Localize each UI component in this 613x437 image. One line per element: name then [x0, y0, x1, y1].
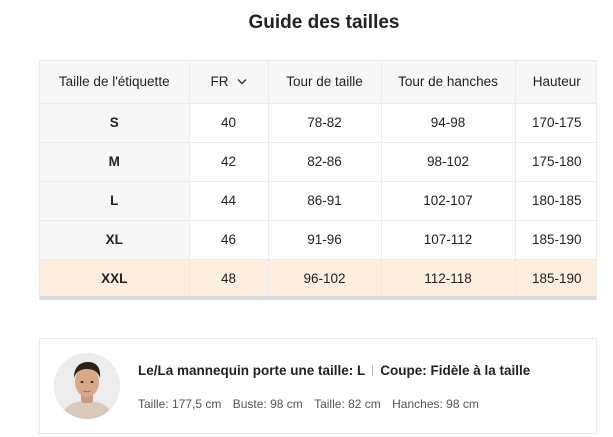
header-height: Hauteur [515, 61, 596, 104]
header-hips: Tour de hanches [381, 61, 516, 104]
size-table-container: Taille de l'étiquette FR Tour de taille … [39, 60, 597, 300]
height-cell: 185-190 [515, 259, 596, 296]
waist-cell: 82-86 [268, 142, 382, 182]
size-label-cell: XXL [40, 259, 190, 296]
fr-dropdown[interactable]: FR [211, 74, 247, 89]
model-info-card: Le/La mannequin porte une taille: L Coupe… [39, 338, 597, 434]
table-row: S 40 78-82 94-98 170-175 [40, 103, 596, 143]
avatar [54, 353, 120, 419]
size-guide-page: Guide des tailles Taille de l'étiquette … [0, 0, 613, 437]
model-wears-label: Le/La mannequin porte une taille: L [138, 363, 366, 378]
height-cell: 170-175 [515, 103, 596, 143]
size-label-cell: M [40, 142, 190, 182]
fr-size-cell: 40 [189, 103, 269, 143]
hips-cell: 112-118 [381, 259, 516, 296]
chevron-down-icon [237, 79, 246, 85]
fr-size-cell: 44 [189, 181, 269, 221]
model-hips: Hanches: 98 cm [392, 397, 479, 411]
height-cell: 180-185 [515, 181, 596, 221]
model-height: Taille: 177,5 cm [138, 397, 222, 411]
height-cell: 175-180 [515, 142, 596, 182]
separator [372, 365, 374, 376]
table-row-highlighted: XXL 48 96-102 112-118 185-190 [40, 259, 596, 296]
table-row: XL 46 91-96 107-112 185-190 [40, 220, 596, 260]
header-fr-label: FR [210, 74, 229, 90]
size-table: Taille de l'étiquette FR Tour de taille … [40, 61, 596, 296]
model-bust: Buste: 98 cm [232, 397, 303, 411]
table-header-row: Taille de l'étiquette FR Tour de taille … [40, 61, 596, 104]
size-label-cell: S [40, 103, 190, 143]
hips-cell: 94-98 [381, 103, 516, 143]
header-label-size: Taille de l'étiquette [40, 61, 190, 104]
height-cell: 185-190 [515, 220, 596, 260]
model-photo [54, 353, 120, 419]
header-waist: Tour de taille [268, 61, 382, 104]
fr-size-cell: 46 [189, 220, 269, 260]
model-fit-label: Coupe: Fidèle à la taille [380, 363, 531, 378]
hips-cell: 107-112 [381, 220, 516, 260]
hips-cell: 102-107 [381, 181, 516, 221]
model-waist: Taille: 82 cm [314, 397, 381, 411]
waist-cell: 91-96 [268, 220, 382, 260]
header-fr-select[interactable]: FR [189, 61, 269, 104]
size-label-cell: L [40, 181, 190, 221]
table-row: L 44 86-91 102-107 180-185 [40, 181, 596, 221]
hips-cell: 98-102 [381, 142, 516, 182]
size-label-cell: XL [40, 220, 190, 260]
fr-size-cell: 42 [189, 142, 269, 182]
waist-cell: 78-82 [268, 103, 382, 143]
page-title: Guide des tailles [248, 12, 400, 33]
model-size-info: Le/La mannequin porte une taille: L Coupe… [138, 363, 530, 378]
waist-cell: 96-102 [268, 259, 382, 296]
table-row: M 42 82-86 98-102 175-180 [40, 142, 596, 182]
model-measurements: Taille: 177,5 cm Buste: 98 cm Taille: 82… [138, 397, 479, 411]
fr-size-cell: 48 [189, 259, 269, 296]
waist-cell: 86-91 [268, 181, 382, 221]
